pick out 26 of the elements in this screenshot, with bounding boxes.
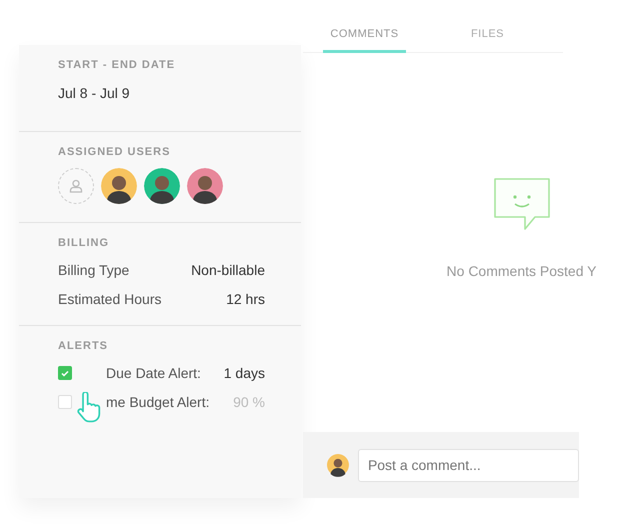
tab[interactable]: FILES <box>446 28 529 53</box>
speech-bubble-icon <box>492 177 550 233</box>
field-label: Estimated Hours <box>58 291 162 307</box>
tab[interactable]: COMMENTS <box>323 28 406 53</box>
checkbox[interactable] <box>58 395 72 409</box>
section-title: START - END DATE <box>58 59 176 71</box>
alert-label: Due Date Alert: <box>106 365 202 381</box>
date-range: Jul 8 - Jul 9 <box>58 85 131 103</box>
checkbox[interactable] <box>58 366 72 380</box>
user-avatar[interactable] <box>187 168 223 204</box>
field-label: Billing Type <box>58 262 130 278</box>
section-title: BILLING <box>58 237 110 249</box>
section-title: ASSIGNED USERS <box>58 146 172 158</box>
user-icon <box>69 179 83 193</box>
check-icon <box>61 370 69 376</box>
section-title: ALERTS <box>58 340 109 352</box>
alert-label: me Budget Alert: <box>106 394 211 410</box>
user-avatar[interactable] <box>101 168 137 204</box>
empty-message: No Comments Posted Y <box>446 263 596 279</box>
user-avatar[interactable] <box>144 168 180 204</box>
alert-value: 1 days <box>224 365 265 381</box>
field-value: Non-billable <box>191 262 265 278</box>
comment-input[interactable]: Post a comment... <box>358 448 579 482</box>
user-avatar <box>327 453 349 477</box>
field-value: 12 hrs <box>226 291 265 307</box>
alert-value: 90 % <box>233 394 265 410</box>
